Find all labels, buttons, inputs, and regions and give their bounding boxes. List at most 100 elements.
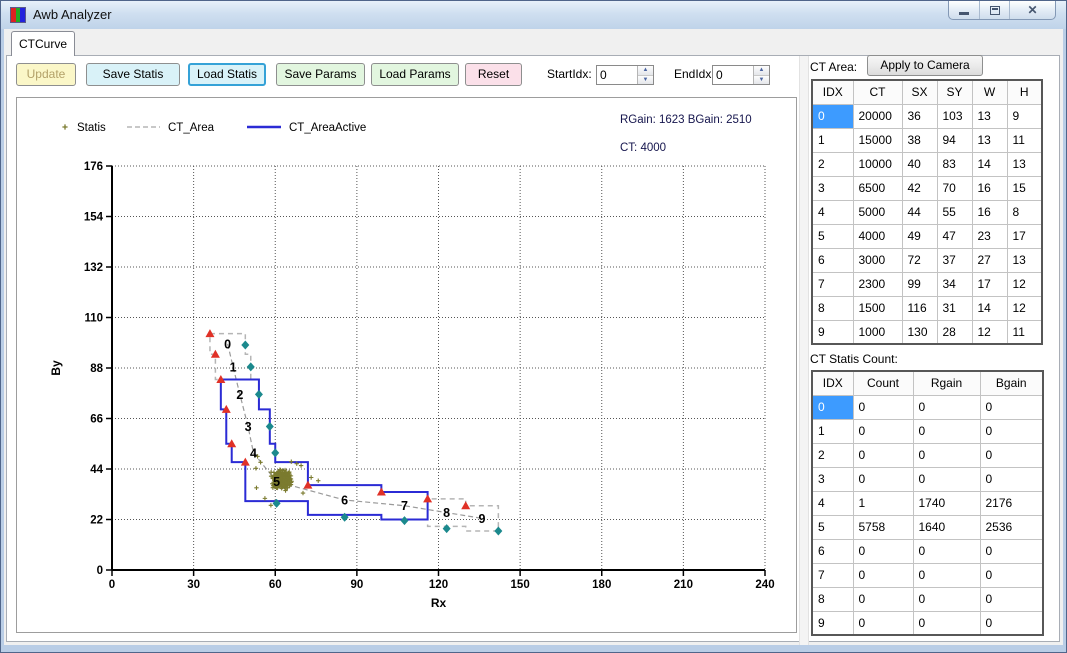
table-cell[interactable]: 7 xyxy=(812,272,853,296)
table-cell[interactable]: 1 xyxy=(853,491,913,515)
table-cell[interactable]: 0 xyxy=(913,467,980,491)
update-button[interactable]: Update xyxy=(16,63,76,86)
table-cell[interactable]: 0 xyxy=(913,611,980,635)
column-header[interactable]: SY xyxy=(937,80,972,104)
table-cell[interactable]: 37 xyxy=(937,248,972,272)
table-cell[interactable]: 13 xyxy=(1007,248,1042,272)
column-header[interactable]: Count xyxy=(853,371,913,395)
maximize-button[interactable] xyxy=(979,1,1009,19)
table-cell[interactable]: 4 xyxy=(812,491,853,515)
table-cell[interactable]: 27 xyxy=(972,248,1007,272)
table-cell[interactable]: 1640 xyxy=(913,515,980,539)
table-cell[interactable]: 5758 xyxy=(853,515,913,539)
table-cell[interactable]: 0 xyxy=(913,419,980,443)
table-cell[interactable]: 0 xyxy=(980,611,1043,635)
table-cell[interactable]: 20000 xyxy=(853,104,902,128)
apply-to-camera-button[interactable]: Apply to Camera xyxy=(867,55,983,76)
table-cell[interactable]: 11 xyxy=(1007,320,1042,344)
table-cell[interactable]: 0 xyxy=(980,587,1043,611)
end-idx-input[interactable] xyxy=(713,66,753,84)
table-cell[interactable]: 2 xyxy=(812,443,853,467)
table-cell[interactable]: 0 xyxy=(853,611,913,635)
table-cell[interactable]: 10000 xyxy=(853,152,902,176)
table-cell[interactable]: 5000 xyxy=(853,200,902,224)
table-cell[interactable]: 3000 xyxy=(853,248,902,272)
column-header[interactable]: W xyxy=(972,80,1007,104)
load-params-button[interactable]: Load Params xyxy=(371,63,459,86)
table-cell[interactable]: 0 xyxy=(913,587,980,611)
table-cell[interactable]: 49 xyxy=(902,224,937,248)
table-cell[interactable]: 8 xyxy=(812,296,853,320)
save-params-button[interactable]: Save Params xyxy=(276,63,365,86)
title-bar[interactable]: Awb Analyzer ✕ xyxy=(1,1,1066,29)
table-cell[interactable]: 1 xyxy=(812,419,853,443)
table-cell[interactable]: 12 xyxy=(1007,296,1042,320)
table-cell[interactable]: 2 xyxy=(812,152,853,176)
table-cell[interactable]: 0 xyxy=(913,539,980,563)
table-cell[interactable]: 0 xyxy=(980,419,1043,443)
table-cell[interactable]: 13 xyxy=(972,104,1007,128)
table-cell[interactable]: 0 xyxy=(853,587,913,611)
column-header[interactable]: Rgain xyxy=(913,371,980,395)
table-cell[interactable]: 0 xyxy=(980,467,1043,491)
table-cell[interactable]: 6500 xyxy=(853,176,902,200)
load-statis-button[interactable]: Load Statis xyxy=(188,63,266,86)
table-cell[interactable]: 4000 xyxy=(853,224,902,248)
table-cell[interactable]: 130 xyxy=(902,320,937,344)
table-cell[interactable]: 16 xyxy=(972,200,1007,224)
table-cell[interactable]: 0 xyxy=(980,563,1043,587)
table-cell[interactable]: 0 xyxy=(853,563,913,587)
column-header[interactable]: CT xyxy=(853,80,902,104)
table-cell[interactable]: 17 xyxy=(1007,224,1042,248)
table-cell[interactable]: 47 xyxy=(937,224,972,248)
table-cell[interactable]: 28 xyxy=(937,320,972,344)
table-cell[interactable]: 99 xyxy=(902,272,937,296)
table-cell[interactable]: 0 xyxy=(980,443,1043,467)
table-cell[interactable]: 0 xyxy=(980,395,1043,419)
table-cell[interactable]: 72 xyxy=(902,248,937,272)
table-cell[interactable]: 6 xyxy=(812,539,853,563)
table-cell[interactable]: 31 xyxy=(937,296,972,320)
table-cell[interactable]: 0 xyxy=(853,443,913,467)
table-cell[interactable]: 42 xyxy=(902,176,937,200)
reset-button[interactable]: Reset xyxy=(465,63,522,86)
table-cell[interactable]: 40 xyxy=(902,152,937,176)
panel-splitter[interactable] xyxy=(799,56,809,645)
table-cell[interactable]: 7 xyxy=(812,563,853,587)
table-cell[interactable]: 13 xyxy=(1007,152,1042,176)
table-cell[interactable]: 1000 xyxy=(853,320,902,344)
table-cell[interactable]: 0 xyxy=(853,419,913,443)
close-button[interactable]: ✕ xyxy=(1009,1,1055,19)
table-cell[interactable]: 70 xyxy=(937,176,972,200)
table-cell[interactable]: 1740 xyxy=(913,491,980,515)
table-cell[interactable]: 16 xyxy=(972,176,1007,200)
table-cell[interactable]: 83 xyxy=(937,152,972,176)
table-cell[interactable]: 0 xyxy=(853,539,913,563)
table-cell[interactable]: 0 xyxy=(812,395,853,419)
table-cell[interactable]: 9 xyxy=(812,611,853,635)
table-cell[interactable]: 3 xyxy=(812,176,853,200)
table-cell[interactable]: 8 xyxy=(812,587,853,611)
table-cell[interactable]: 34 xyxy=(937,272,972,296)
table-cell[interactable]: 2300 xyxy=(853,272,902,296)
table-cell[interactable]: 0 xyxy=(853,467,913,491)
table-cell[interactable]: 11 xyxy=(1007,128,1042,152)
table-cell[interactable]: 5 xyxy=(812,515,853,539)
table-cell[interactable]: 1 xyxy=(812,128,853,152)
table-cell[interactable]: 103 xyxy=(937,104,972,128)
start-idx-input[interactable] xyxy=(597,66,637,84)
column-header[interactable]: IDX xyxy=(812,371,853,395)
end-idx-arrows[interactable]: ▲▼ xyxy=(753,66,769,84)
table-cell[interactable]: 2536 xyxy=(980,515,1043,539)
table-cell[interactable]: 0 xyxy=(913,395,980,419)
table-cell[interactable]: 12 xyxy=(1007,272,1042,296)
table-cell[interactable]: 0 xyxy=(853,395,913,419)
table-cell[interactable]: 4 xyxy=(812,200,853,224)
tab-ctcurve[interactable]: CTCurve xyxy=(11,31,75,56)
table-cell[interactable]: 9 xyxy=(812,320,853,344)
column-header[interactable]: Bgain xyxy=(980,371,1043,395)
save-statis-button[interactable]: Save Statis xyxy=(86,63,180,86)
table-cell[interactable]: 44 xyxy=(902,200,937,224)
table-cell[interactable]: 6 xyxy=(812,248,853,272)
table-cell[interactable]: 36 xyxy=(902,104,937,128)
